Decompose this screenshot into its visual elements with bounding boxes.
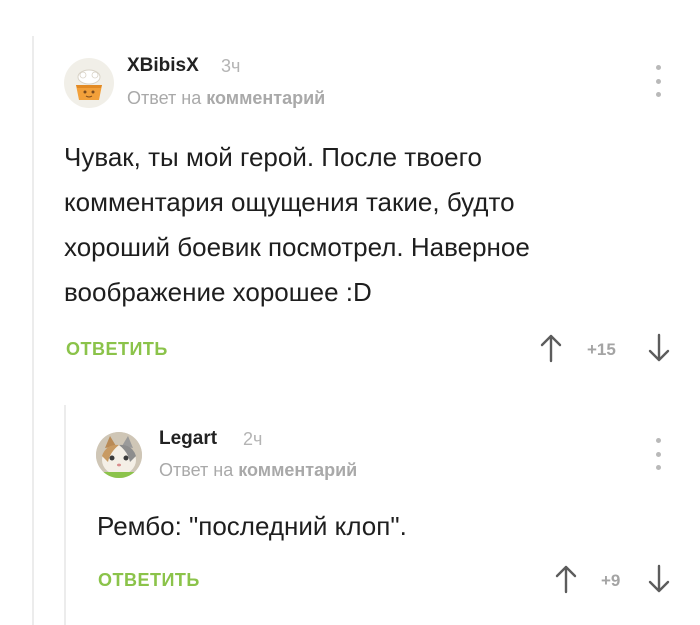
downvote-arrow-icon[interactable] [648, 564, 670, 599]
reply-prefix: Ответ на [159, 460, 234, 480]
more-menu-icon[interactable] [652, 438, 664, 470]
reply-target-link[interactable]: комментарий [238, 460, 357, 480]
cat-avatar-icon[interactable] [96, 432, 142, 478]
comment-author[interactable]: Legart [159, 428, 217, 450]
comment-legart: Legart 2ч Ответ на комментарий Рембо: "п… [0, 0, 700, 625]
comment-score: +9 [601, 571, 621, 590]
upvote-arrow-icon[interactable] [555, 564, 577, 599]
comment-text: Рембо: "последний клоп". [97, 511, 407, 541]
reply-to-line: Ответ на комментарий [159, 460, 357, 481]
reply-button[interactable]: ОТВЕТИТЬ [98, 570, 200, 591]
comment-time: 2ч [243, 429, 263, 449]
